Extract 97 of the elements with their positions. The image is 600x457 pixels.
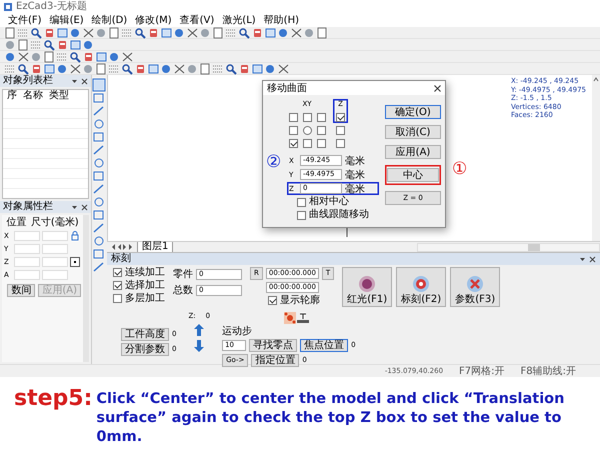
checkbox[interactable] (288, 113, 298, 122)
checkbox[interactable] (113, 268, 122, 277)
column-header: 位置 (6, 217, 26, 229)
column-header: 类型 (49, 90, 69, 102)
dialog-title: 移动曲面 (267, 82, 307, 94)
checkbox[interactable] (336, 113, 345, 122)
checkbox-label: 多层加工 (125, 293, 165, 304)
direction-button[interactable]: 数间 (7, 284, 36, 297)
setting-button[interactable]: 分割参数 (121, 343, 169, 356)
cross-icon (466, 275, 484, 293)
step-marker: ① (452, 160, 468, 178)
column-header: 尺寸(毫米) (30, 217, 79, 229)
mark-button[interactable]: 标刻(F2) (396, 267, 446, 307)
window-title: EzCad3-无标题 (16, 0, 87, 13)
goto-position-button[interactable]: 指定位置 (251, 354, 300, 367)
target-icon (412, 275, 430, 293)
unit-label: 毫米 (345, 154, 365, 168)
menu-item[interactable]: 激光(L) (222, 14, 256, 26)
panel-title: 对象属性栏 (3, 201, 53, 213)
checkbox[interactable] (336, 126, 345, 135)
find-zero-button[interactable]: 寻找零点 (249, 339, 298, 352)
toolbar-icons-drawing[interactable] (4, 38, 95, 50)
step-label: step5: (14, 387, 92, 413)
field-label: 总数 (173, 284, 193, 297)
column-header: 名称 (23, 90, 43, 102)
checkbox[interactable] (316, 138, 326, 148)
toolbar-icons-drawing[interactable] (4, 50, 134, 62)
checkbox[interactable] (302, 113, 312, 122)
menu-item[interactable]: 帮助(H) (264, 14, 299, 26)
checkbox-label: 显示轮廓 (280, 295, 320, 306)
radio-button[interactable] (302, 126, 312, 135)
parameters-button[interactable]: 参数(F3) (450, 267, 500, 307)
panel-title: 对象列表栏 (3, 75, 53, 87)
unit-label: 毫米 (345, 168, 365, 182)
column-header: 序 (7, 90, 17, 102)
status-text: F7网格:开 (459, 364, 505, 378)
menu-item[interactable]: 查看(V) (180, 14, 214, 26)
scrollbar[interactable] (592, 75, 600, 241)
status-text: F8辅助线:开 (520, 364, 576, 378)
field-label: 运动步 (222, 326, 254, 337)
checkbox[interactable] (113, 281, 122, 290)
dialog-button[interactable]: 应用(A) (385, 145, 441, 159)
checkbox[interactable] (316, 113, 326, 122)
toolbar-icons-drawing[interactable] (4, 62, 290, 74)
align-grid-icon[interactable] (70, 257, 80, 267)
pin-icon[interactable] (71, 78, 78, 84)
close-icon[interactable] (81, 78, 88, 84)
pin-icon[interactable] (579, 256, 586, 262)
close-icon[interactable] (81, 204, 88, 210)
close-icon[interactable] (434, 84, 441, 92)
nav-arrows-icon[interactable] (111, 243, 133, 251)
input-field[interactable] (42, 231, 68, 241)
input-field[interactable] (14, 244, 40, 254)
checkbox[interactable] (288, 126, 298, 135)
field-label: 零件 (173, 268, 193, 281)
close-icon[interactable] (589, 256, 596, 262)
checkbox-label: 连续加工 (125, 267, 165, 278)
step-marker: ② (266, 153, 282, 171)
dialog-button[interactable]: 取消(C) (385, 125, 441, 139)
focus-position-button[interactable]: 焦点位置 (300, 339, 348, 352)
toolbar-icons-drawing[interactable] (4, 26, 329, 38)
laser-pointer-button[interactable]: 红光(F1) (342, 267, 392, 307)
up-arrow-icon[interactable] (193, 323, 206, 337)
checkbox[interactable] (297, 210, 306, 220)
menu-item[interactable]: 绘制(D) (92, 14, 128, 26)
input-field[interactable] (42, 270, 68, 280)
checkbox-label: 相对中心 (309, 196, 349, 208)
input-field[interactable] (42, 244, 68, 254)
panel-title: 标刻 (111, 253, 131, 265)
dialog-button[interactable]: 中心 (387, 168, 439, 182)
z-stage-icon[interactable] (297, 312, 310, 324)
layer-tab[interactable]: 图层1 (137, 242, 174, 252)
menu-item[interactable]: 修改(M) (135, 14, 172, 26)
pin-icon[interactable] (71, 204, 78, 210)
checkbox[interactable] (113, 294, 122, 303)
checkbox[interactable] (268, 296, 277, 305)
menu-item[interactable]: 文件(F) (8, 14, 42, 26)
grid-dots-icon[interactable] (284, 312, 296, 324)
checkbox[interactable] (297, 198, 306, 206)
down-arrow-icon[interactable] (193, 339, 206, 353)
input-field[interactable] (14, 270, 40, 280)
horizontal-scrollbar[interactable] (417, 242, 600, 252)
dialog-button[interactable]: 确定(O) (385, 105, 441, 119)
input-field[interactable] (14, 257, 40, 267)
unit-label: 毫米 (345, 182, 365, 196)
checkbox[interactable] (336, 139, 345, 148)
lock-icon[interactable] (70, 231, 80, 241)
instruction-text: Click “Center” to center the model and click “Translation surface” again to check the top Z box to set the value to 0mm. (96, 390, 566, 447)
checkbox[interactable] (302, 138, 312, 148)
input-field[interactable] (14, 231, 40, 241)
checkbox[interactable] (288, 138, 298, 148)
menu-item[interactable]: 编辑(E) (50, 14, 84, 26)
input-field[interactable] (42, 257, 68, 267)
checkbox[interactable] (316, 126, 326, 135)
checkbox-label: 曲线跟随移动 (309, 209, 369, 221)
checkbox-label: 选择加工 (125, 280, 165, 291)
setting-button[interactable]: 工件高度 (121, 328, 169, 341)
